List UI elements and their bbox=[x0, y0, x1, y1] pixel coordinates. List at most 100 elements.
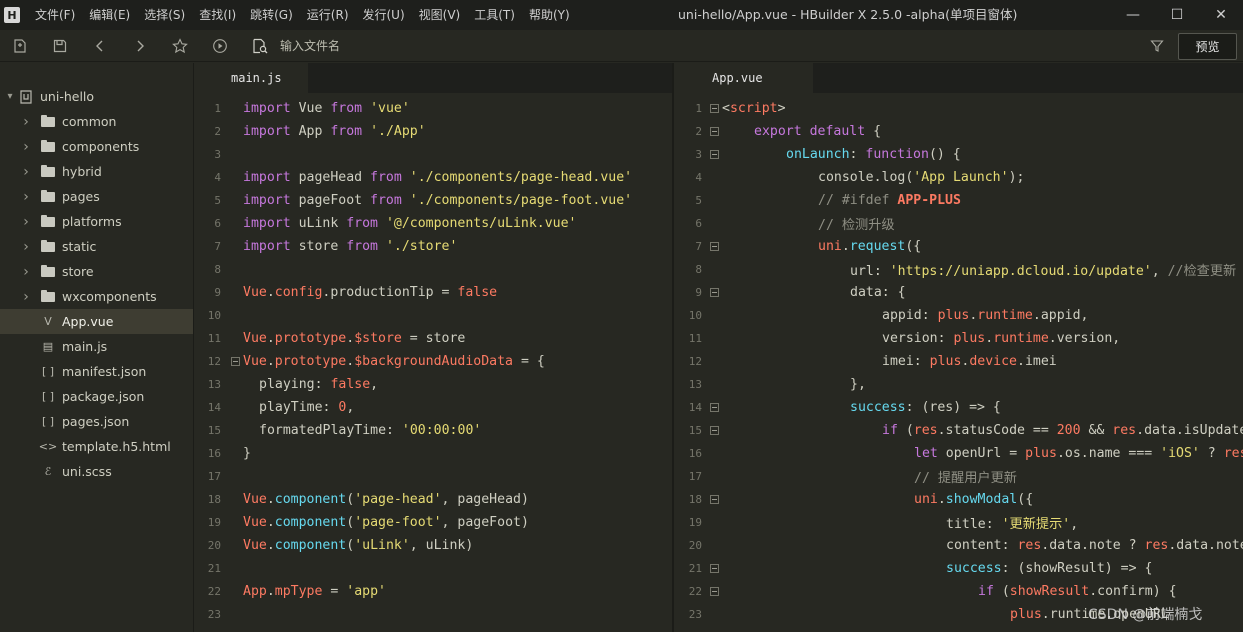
fold-toggle-icon[interactable] bbox=[708, 150, 720, 159]
code-token: let bbox=[914, 446, 938, 461]
code-token: . bbox=[266, 538, 275, 553]
tree-folder[interactable]: › platforms bbox=[0, 209, 193, 234]
tree-file[interactable]: [ ] pages.json bbox=[0, 409, 193, 434]
menu-item[interactable]: 视图(V) bbox=[412, 0, 468, 30]
code-token: //检查更新 bbox=[1167, 264, 1237, 279]
code-text: success: (showResult) => { bbox=[720, 561, 1152, 576]
code-token: runtime bbox=[993, 331, 1049, 346]
code-line: 18 uni.showModal({ bbox=[676, 488, 1243, 511]
tree-file[interactable]: [ ] manifest.json bbox=[0, 359, 193, 384]
code-line: 6 // 检测升级 bbox=[676, 212, 1243, 235]
file-search-icon[interactable] bbox=[240, 30, 280, 62]
fold-toggle-icon[interactable] bbox=[708, 127, 720, 136]
maximize-button[interactable]: ☐ bbox=[1155, 0, 1199, 30]
code-token: ( bbox=[993, 584, 1010, 599]
fold-toggle-icon[interactable] bbox=[708, 426, 720, 435]
fold-toggle-icon[interactable] bbox=[708, 564, 720, 573]
filter-icon[interactable] bbox=[1144, 34, 1170, 58]
tab-main-js[interactable]: main.js bbox=[195, 63, 308, 93]
code-token: store bbox=[290, 239, 347, 254]
new-file-icon[interactable] bbox=[0, 30, 40, 62]
chevron-right-icon[interactable]: › bbox=[20, 164, 32, 180]
code-area-left[interactable]: 1 import Vue from 'vue' 2 import App from '… bbox=[195, 93, 672, 626]
chevron-down-icon[interactable]: ▾ bbox=[4, 91, 16, 102]
fold-toggle-icon[interactable] bbox=[708, 288, 720, 297]
code-line: 3 bbox=[195, 143, 672, 166]
menu-item[interactable]: 发行(U) bbox=[356, 0, 412, 30]
close-button[interactable]: ✕ bbox=[1199, 0, 1243, 30]
preview-button[interactable]: 预览 bbox=[1178, 33, 1237, 60]
menu-item[interactable]: 工具(T) bbox=[467, 0, 522, 30]
code-token: plus bbox=[1025, 446, 1057, 461]
code-token: plus bbox=[929, 354, 962, 369]
code-token: } bbox=[243, 446, 251, 461]
menu-item[interactable]: 帮助(Y) bbox=[522, 0, 577, 30]
star-icon[interactable] bbox=[160, 30, 200, 62]
menu-item[interactable]: 跳转(G) bbox=[243, 0, 300, 30]
menu-item[interactable]: 运行(R) bbox=[300, 0, 356, 30]
vue-file-icon: V bbox=[44, 315, 52, 328]
code-line: 14 playTime: 0, bbox=[195, 396, 672, 419]
code-line: 2 export default { bbox=[676, 120, 1243, 143]
line-number: 19 bbox=[688, 516, 702, 529]
fold-toggle-icon[interactable] bbox=[708, 495, 720, 504]
tree-file[interactable]: V App.vue bbox=[0, 309, 193, 334]
code-line: 12 Vue.prototype.$backgroundAudioData = { bbox=[195, 350, 672, 373]
file-name-input[interactable] bbox=[280, 33, 580, 58]
line-number: 12 bbox=[688, 355, 702, 368]
tree-folder[interactable]: › pages bbox=[0, 184, 193, 209]
run-icon[interactable] bbox=[200, 30, 240, 62]
code-token: pageHead bbox=[290, 170, 371, 185]
chevron-right-icon[interactable]: › bbox=[20, 264, 32, 280]
code-text: // #ifdef APP-PLUS bbox=[720, 193, 961, 208]
chevron-right-icon[interactable]: › bbox=[20, 189, 32, 205]
forward-icon[interactable] bbox=[120, 30, 160, 62]
code-line: 13 playing: false, bbox=[195, 373, 672, 396]
tree-file[interactable]: ℰuni.scss bbox=[0, 459, 193, 484]
fold-toggle-icon[interactable] bbox=[708, 403, 720, 412]
chevron-right-icon[interactable]: › bbox=[20, 214, 32, 230]
tree-folder[interactable]: › components bbox=[0, 134, 193, 159]
editor-pane-right: App.vue 1 <script> 2 export default {3 onLau… bbox=[676, 63, 1243, 632]
code-token: 'page-head' bbox=[354, 492, 442, 507]
chevron-right-icon[interactable]: › bbox=[20, 289, 32, 305]
code-line: 16 let openUrl = plus.os.name === 'iOS' ?… bbox=[676, 442, 1243, 465]
code-token: Vue bbox=[243, 538, 267, 553]
chevron-right-icon[interactable]: › bbox=[20, 114, 32, 130]
code-text: // 检测升级 bbox=[720, 214, 895, 233]
menu-item[interactable]: 查找(I) bbox=[192, 0, 243, 30]
code-token: pageFoot bbox=[290, 193, 371, 208]
tree-folder[interactable]: › hybrid bbox=[0, 159, 193, 184]
tab-app-vue[interactable]: App.vue bbox=[676, 63, 813, 93]
menu-item[interactable]: 编辑(E) bbox=[82, 0, 137, 30]
code-line: 1 import Vue from 'vue' bbox=[195, 97, 672, 120]
fold-toggle-icon[interactable] bbox=[708, 242, 720, 251]
fold-toggle-icon[interactable] bbox=[708, 104, 720, 113]
tree-file[interactable]: <> template.h5.html bbox=[0, 434, 193, 459]
code-line: 20 content: res.data.note ? res.data.note bbox=[676, 534, 1243, 557]
chevron-right-icon[interactable]: › bbox=[20, 239, 32, 255]
save-icon[interactable] bbox=[40, 30, 80, 62]
line-number: 4 bbox=[695, 171, 702, 184]
minimize-button[interactable]: — bbox=[1111, 0, 1155, 30]
line-number: 12 bbox=[207, 355, 221, 368]
tree-item-label: common bbox=[62, 114, 117, 129]
menu-item[interactable]: 选择(S) bbox=[137, 0, 192, 30]
tree-file[interactable]: ▤ main.js bbox=[0, 334, 193, 359]
tree-folder[interactable]: › static bbox=[0, 234, 193, 259]
project-root[interactable]: ▾ uni-hello bbox=[0, 84, 193, 109]
menu-item[interactable]: 文件(F) bbox=[28, 0, 82, 30]
back-icon[interactable] bbox=[80, 30, 120, 62]
fold-toggle-icon[interactable] bbox=[229, 357, 241, 366]
chevron-right-icon[interactable]: › bbox=[20, 139, 32, 155]
fold-toggle-icon[interactable] bbox=[708, 587, 720, 596]
tree-folder[interactable]: › store bbox=[0, 259, 193, 284]
tree-file[interactable]: [ ] package.json bbox=[0, 384, 193, 409]
tree-folder[interactable]: › common bbox=[0, 109, 193, 134]
code-token: () { bbox=[928, 147, 961, 162]
line-number: 19 bbox=[207, 516, 221, 529]
code-area-right[interactable]: 1 <script> 2 export default {3 onLaunch: fun… bbox=[676, 93, 1243, 626]
code-token: component bbox=[274, 492, 347, 507]
tree-folder[interactable]: › wxcomponents bbox=[0, 284, 193, 309]
